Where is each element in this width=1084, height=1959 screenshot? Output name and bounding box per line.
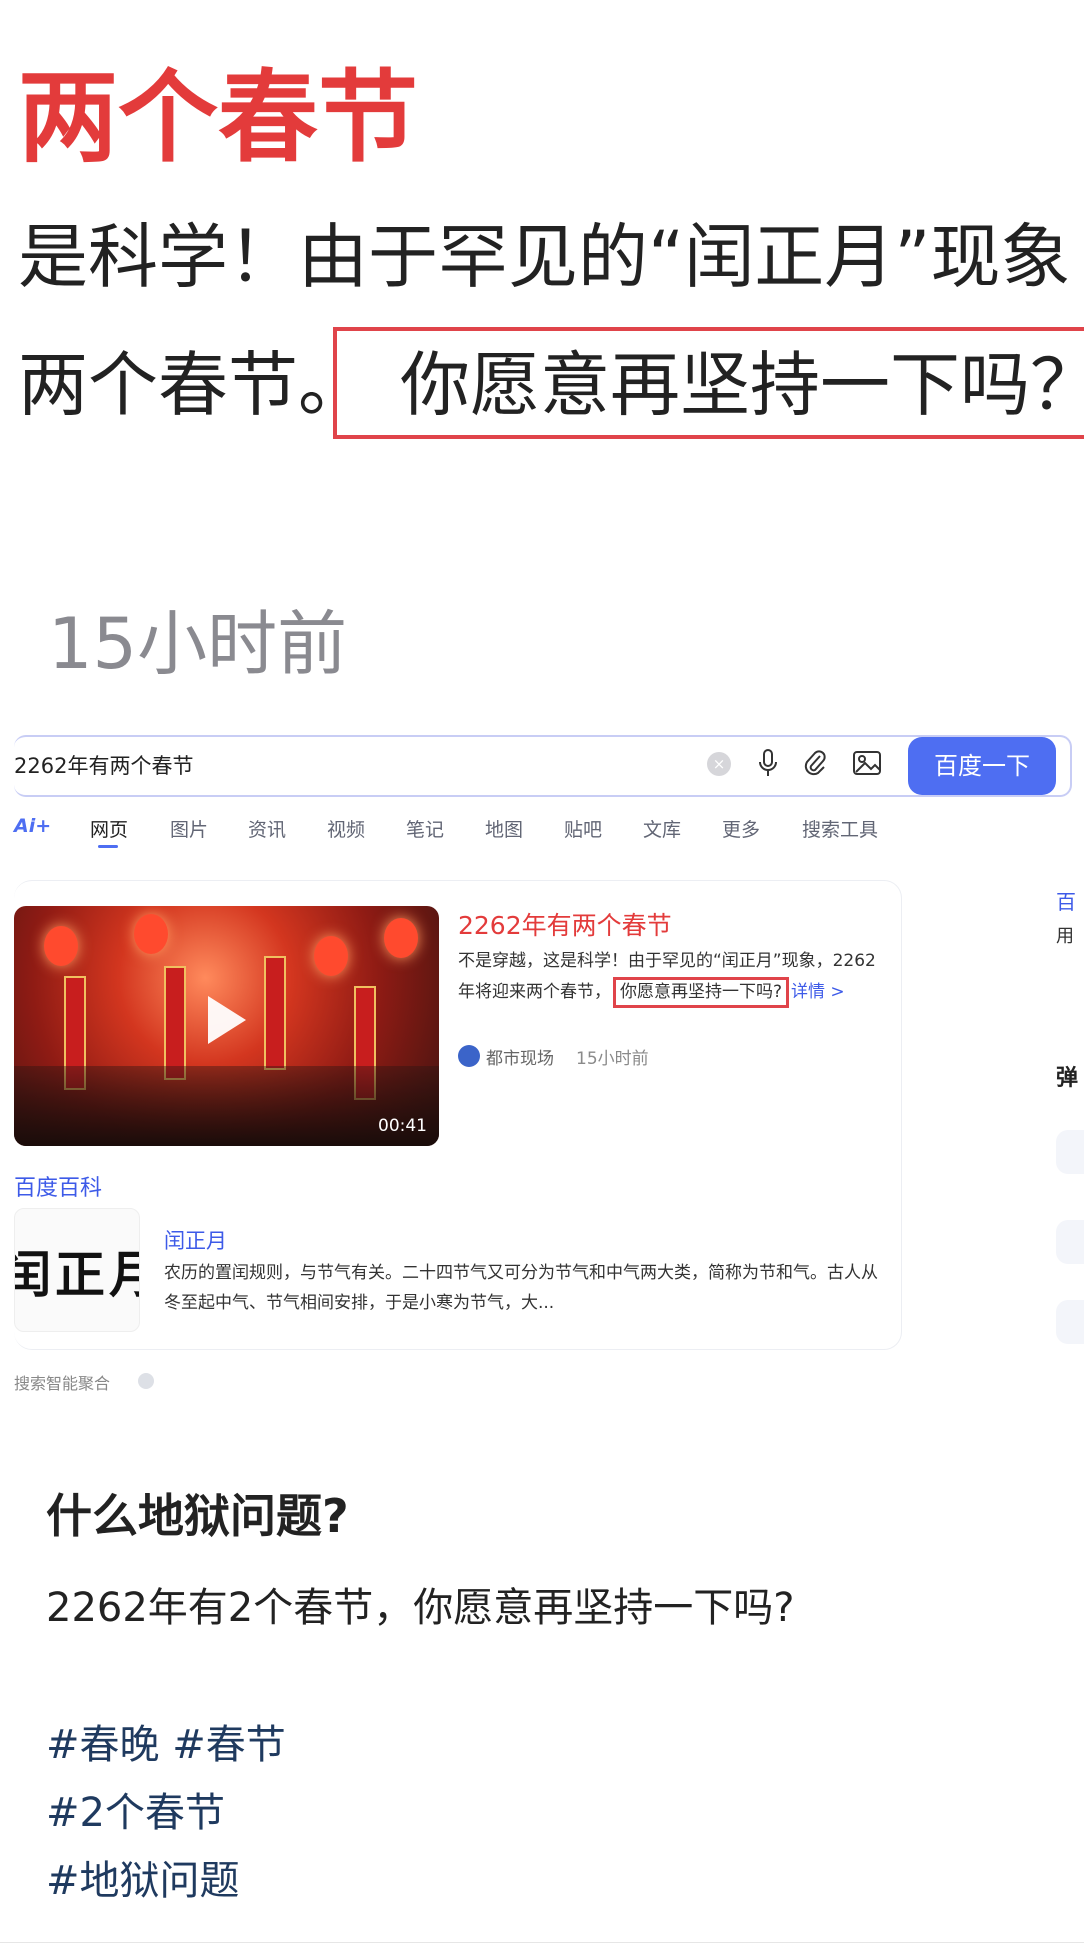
headline: 两个春节 [18,59,418,176]
result-description: 不是穿越，这是科学！由于罕见的“闰正月”现象，2262年将迎来两个春节， 你愿意再… [458,946,883,1008]
tab-tieba[interactable]: 贴吧 [564,815,602,842]
hashtags-line-1[interactable]: #春晚 #春节 [46,1712,286,1770]
tab-notes[interactable]: 笔记 [406,815,444,842]
tab-more[interactable]: 更多 [722,815,760,842]
result-time: 15小时前 [576,1049,649,1069]
lantern [314,936,348,976]
red-banner [264,956,286,1070]
divider [0,1942,1084,1943]
tab-web[interactable]: 网页 [90,815,128,842]
result-highlight: 你愿意再坚持一下吗? [613,977,790,1008]
tab-news[interactable]: 资讯 [248,815,286,842]
side-panel-fragment: 用 [1056,926,1074,947]
details-link[interactable]: 详情 > [791,982,845,1002]
red-banner [164,966,186,1080]
hashtags-line-2[interactable]: #2个春节 [46,1780,225,1838]
mic-icon[interactable] [756,748,780,778]
side-panel-item [1056,1300,1084,1344]
result-source[interactable]: 都市现场 [486,1044,554,1069]
image-search-icon[interactable] [852,750,882,776]
side-panel-fragment: 弹 [1056,1066,1079,1091]
baike-image[interactable]: 闰 正 月 [14,1208,140,1332]
baike-label[interactable]: 百度百科 [14,1170,102,1202]
sentence-prefix: 两个春节。 [18,344,368,426]
question-text: 2262年有2个春节，你愿意再坚持一下吗? [46,1585,795,1631]
post-time: 15小时前 [48,603,348,685]
baike-image-char: 闰 [15,1235,51,1307]
tab-images[interactable]: 图片 [170,815,208,842]
baike-description: 农历的置闰规则，与节气有关。二十四节气又可分为节气和中气两大类，简称为节和气。古… [164,1263,878,1313]
crowd [14,1066,439,1146]
video-thumbnail[interactable]: 00:41 [14,906,439,1146]
play-icon[interactable] [208,996,246,1044]
side-panel-item [1056,1220,1084,1264]
active-tab-indicator [98,845,118,848]
video-duration: 00:41 [378,1116,427,1136]
tab-map[interactable]: 地图 [485,815,523,842]
tab-search-tools[interactable]: 搜索工具 [802,815,878,842]
question-heading: 什么地狱问题? [46,1489,349,1543]
tab-ai[interactable]: Ai+ [14,815,51,837]
baike-title[interactable]: 闰正月 [164,1225,227,1255]
tab-video[interactable]: 视频 [327,815,365,842]
aggregate-label: 搜索智能聚合 [14,1374,111,1393]
info-icon[interactable] [138,1373,154,1389]
side-panel-item [1056,1130,1084,1174]
baike-image-char: 正 [55,1245,105,1304]
lantern [44,926,78,966]
baike-image-char: 月 [109,1235,139,1307]
search-input[interactable]: 2262年有两个春节 [14,750,193,780]
lantern [134,914,168,954]
search-button[interactable]: 百度一下 [908,737,1056,795]
side-panel-fragment: 百 [1056,890,1076,914]
highlight-box [333,327,1084,439]
hashtags-line-3[interactable]: #地狱问题 [46,1848,240,1906]
lantern [384,918,418,958]
result-title[interactable]: 2262年有两个春节 [458,906,672,942]
headline-sentence-1: 是科学！由于罕见的“闰正月”现象 [18,216,1071,298]
clear-icon[interactable]: × [707,752,731,776]
paperclip-icon[interactable] [802,748,828,778]
tab-wenku[interactable]: 文库 [643,815,681,842]
source-avatar-icon [458,1045,480,1067]
